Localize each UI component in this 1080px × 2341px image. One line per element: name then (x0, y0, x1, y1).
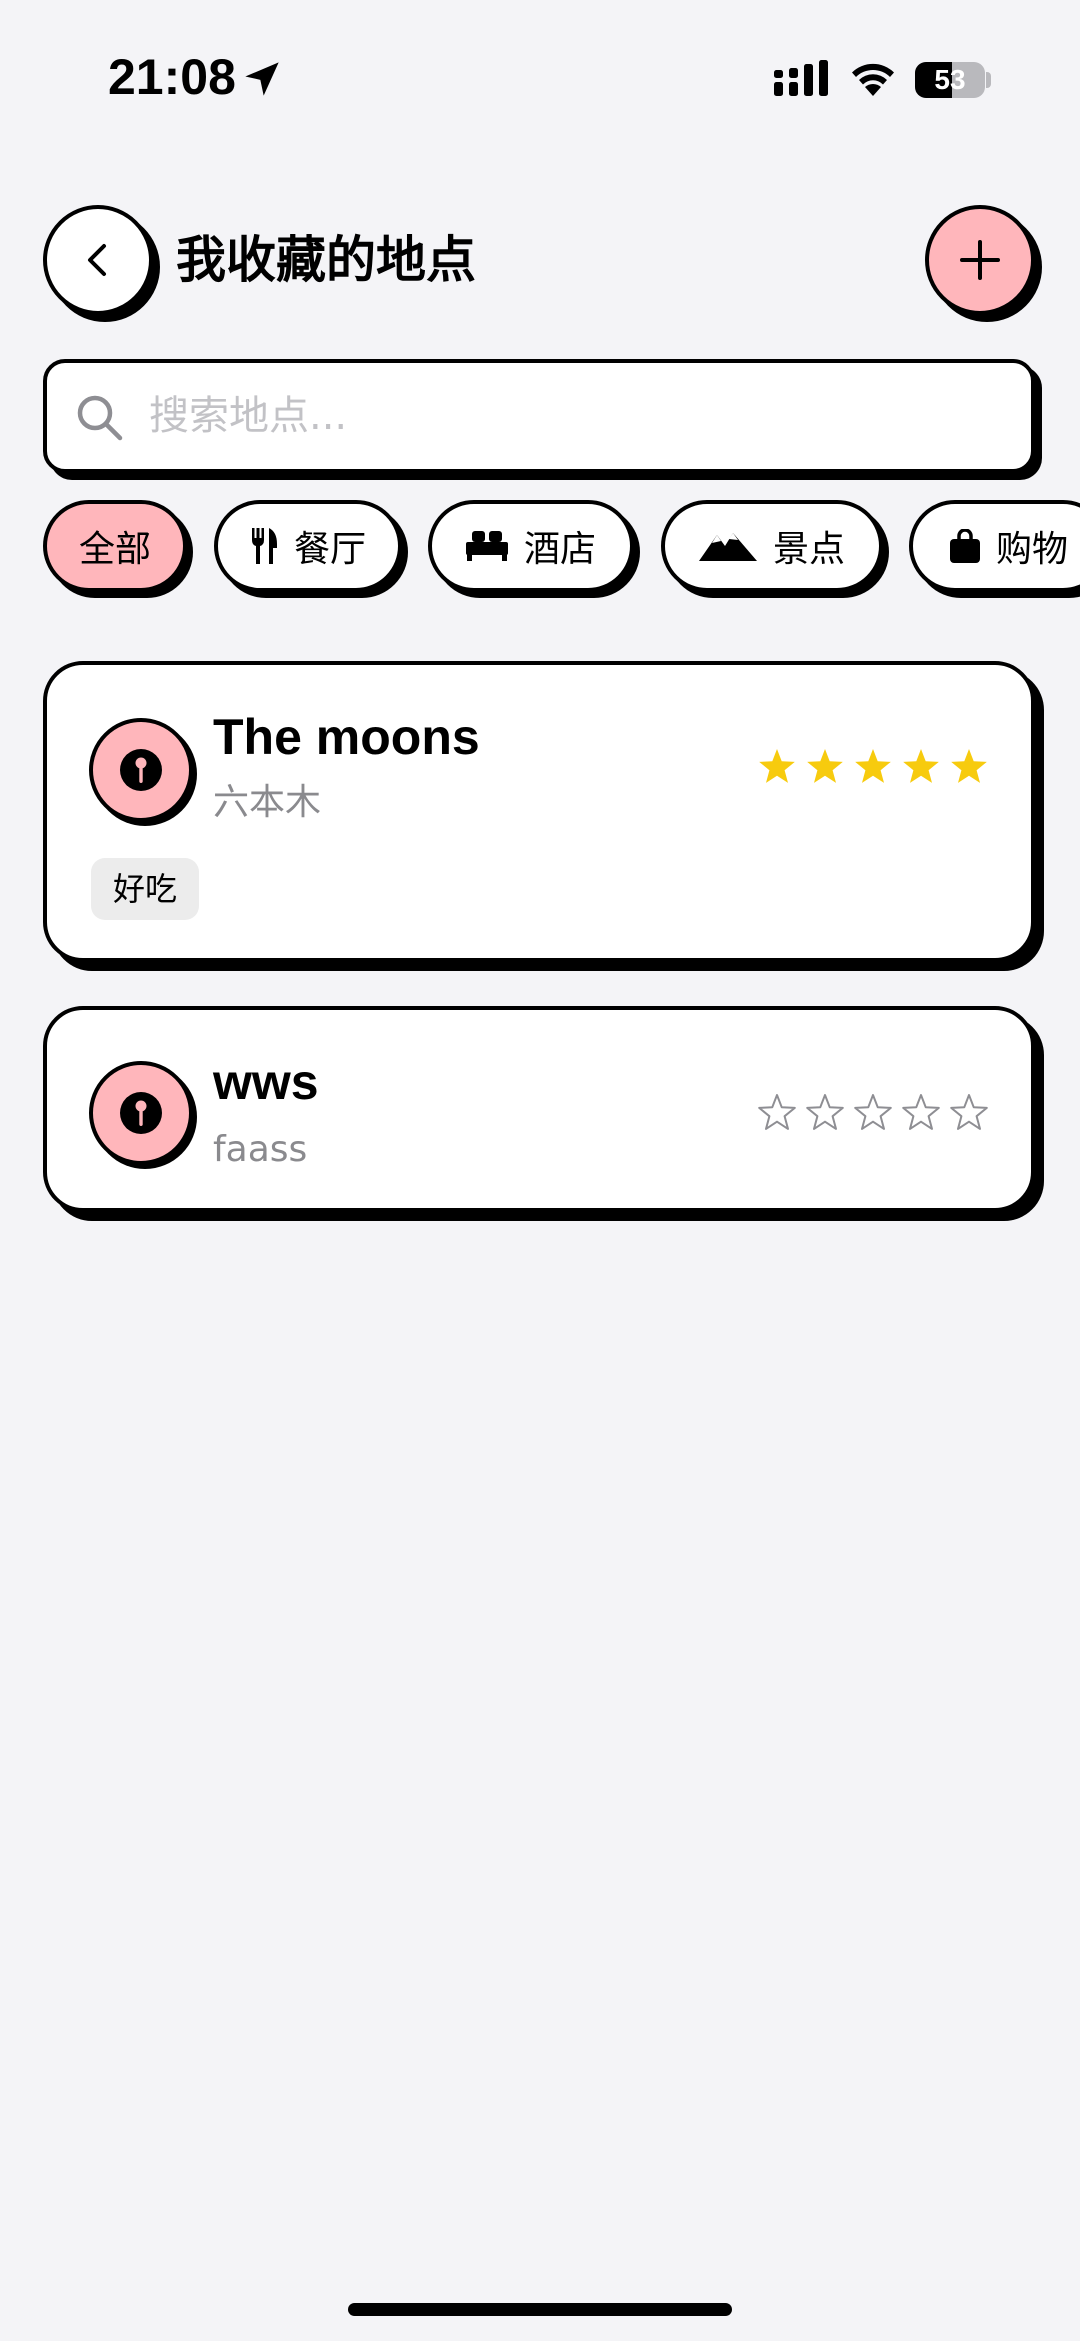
star-filled-icon[interactable] (757, 747, 797, 787)
map-pin-icon (89, 718, 193, 822)
place-name: The moons (213, 709, 480, 765)
filter-chip-label: 餐厅 (293, 529, 366, 570)
star-filled-icon[interactable] (949, 747, 989, 787)
place-card[interactable]: The moons 六本木 好吃 (43, 661, 1035, 962)
rating-stars[interactable] (757, 1093, 989, 1133)
filter-chip-shopping[interactable]: 购物 (909, 500, 1080, 592)
star-empty-icon[interactable] (853, 1093, 893, 1133)
filter-chip-restaurant[interactable]: 餐厅 (214, 500, 402, 592)
star-filled-icon[interactable] (805, 747, 845, 787)
place-name: wws (213, 1054, 319, 1110)
search-bar[interactable] (43, 359, 1035, 473)
battery-cap (986, 72, 991, 88)
place-location: faass (213, 1129, 308, 1170)
favorite-places-screen: 21:08 53 我收藏的地点 搜索地点... 全部 餐厅 酒店 景点 购物 T… (0, 0, 1080, 2341)
star-empty-icon[interactable] (949, 1093, 989, 1133)
chevron-left-icon (88, 244, 106, 276)
shopping-bag-icon (949, 529, 980, 563)
star-filled-icon[interactable] (901, 747, 941, 787)
back-button[interactable] (43, 205, 153, 315)
rating-stars[interactable] (757, 747, 989, 787)
bed-icon (465, 531, 508, 561)
signal-icon (774, 60, 828, 96)
place-location: 六本木 (213, 782, 322, 823)
filter-chip-label: 景点 (772, 529, 845, 570)
wifi-icon (852, 63, 894, 96)
status-time: 21:08 (108, 49, 236, 105)
add-place-button[interactable] (925, 205, 1035, 315)
filter-chip-all[interactable]: 全部 (43, 500, 187, 592)
map-pin-icon (89, 1061, 193, 1165)
filter-chip-attraction[interactable]: 景点 (661, 500, 883, 592)
search-input[interactable] (149, 383, 1009, 449)
star-empty-icon[interactable] (901, 1093, 941, 1133)
filter-chip-hotel[interactable]: 酒店 (428, 500, 634, 592)
search-icon (77, 395, 123, 441)
mountain-icon (698, 531, 757, 561)
filter-chip-label: 全部 (78, 529, 151, 570)
place-tag: 好吃 (91, 858, 200, 920)
fork-knife-icon (250, 526, 278, 566)
star-filled-icon[interactable] (853, 747, 893, 787)
status-bar: 21:08 53 (0, 0, 1080, 150)
battery-level: 53 (934, 64, 966, 95)
star-empty-icon[interactable] (757, 1093, 797, 1133)
filter-chip-label: 酒店 (523, 529, 596, 570)
location-arrow-icon (245, 62, 279, 96)
plus-icon (960, 240, 1000, 280)
home-indicator (348, 2303, 732, 2316)
place-card[interactable]: wws faass (43, 1006, 1035, 1212)
filter-chip-label: 购物 (995, 529, 1068, 570)
page-title: 我收藏的地点 (176, 231, 476, 289)
star-empty-icon[interactable] (805, 1093, 845, 1133)
battery-icon: 53 (915, 62, 985, 98)
